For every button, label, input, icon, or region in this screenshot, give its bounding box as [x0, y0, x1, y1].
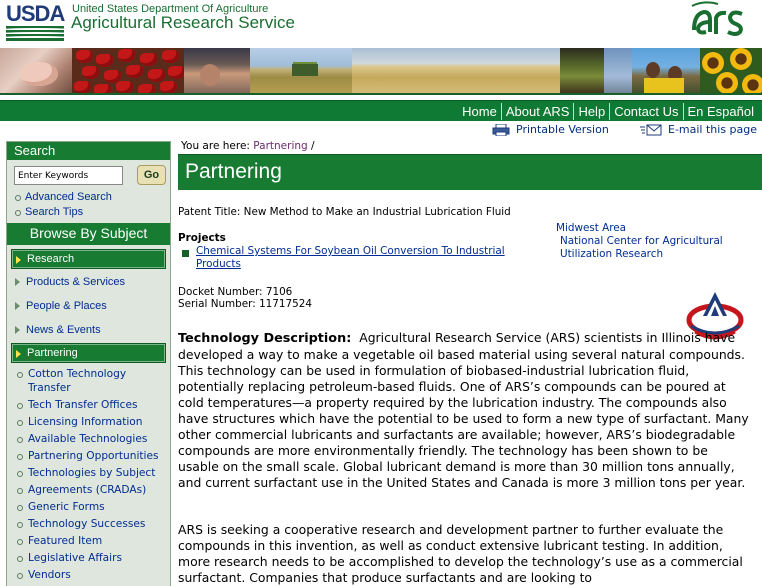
- ars-logo-icon[interactable]: [688, 0, 746, 40]
- strawberries-photo: [72, 48, 185, 93]
- top-nav: Home About ARS Help Contact Us En Españo…: [0, 100, 762, 121]
- search-input[interactable]: [14, 166, 123, 185]
- usda-logo-text: USDA: [6, 1, 65, 26]
- category-research[interactable]: Research: [11, 249, 166, 269]
- subnav-generic-forms[interactable]: Generic Forms: [7, 500, 170, 514]
- top-nav-links: Home About ARS Help Contact Us En Españo…: [458, 103, 758, 120]
- projects-heading: Projects: [178, 232, 226, 244]
- nav-espanol[interactable]: En Español: [682, 103, 759, 120]
- partner-seeking-text: ARS is seeking a cooperative research an…: [178, 522, 743, 585]
- usda-logo[interactable]: USDA: [6, 1, 65, 41]
- area-info: Midwest Area National Center for Agricul…: [556, 222, 756, 261]
- left-sidebar: Search Go Advanced Search Search Tips Br…: [6, 141, 171, 586]
- printer-icon: [492, 123, 510, 136]
- page-title-bar: Partnering: [178, 154, 762, 190]
- children-photo: [632, 48, 700, 93]
- project-bullet-icon: [182, 250, 189, 257]
- search-tips-link[interactable]: Search Tips: [7, 205, 170, 220]
- patent-title: Patent Title: New Method to Make an Indu…: [178, 206, 511, 218]
- nav-contact-us[interactable]: Contact Us: [609, 103, 682, 120]
- wheat-landscape-photo: [352, 48, 560, 93]
- pig-photo: [0, 48, 72, 93]
- harvester-field-photo: [250, 48, 352, 93]
- subnav-cotton-technology-transfer[interactable]: Cotton Technology Transfer: [7, 367, 137, 395]
- breadcrumb-separator: /: [311, 140, 315, 152]
- scientist-photo: [184, 48, 250, 93]
- area-name: Midwest Area: [556, 222, 627, 234]
- advanced-search-link[interactable]: Advanced Search: [7, 190, 170, 205]
- sky-photo: [604, 48, 632, 93]
- sunflowers-photo: [700, 48, 762, 93]
- go-button[interactable]: Go: [137, 165, 166, 185]
- subnav-partnering-opportunities[interactable]: Partnering Opportunities: [7, 449, 170, 463]
- subnav-legislative-affairs[interactable]: Legislative Affairs: [7, 551, 170, 565]
- page-title: Partnering: [185, 160, 282, 183]
- nav-home[interactable]: Home: [458, 103, 501, 120]
- plant-photo: [560, 48, 604, 93]
- technology-description-label: Technology Description:: [178, 331, 352, 346]
- browse-by-subject-title: Browse By Subject: [7, 223, 170, 245]
- category-news-events[interactable]: News & Events: [11, 319, 166, 341]
- subnav-featured-item[interactable]: Featured Item: [7, 534, 170, 548]
- utility-row: Printable Version E-mail this page: [0, 122, 762, 138]
- email-page-link[interactable]: E-mail this page: [640, 123, 757, 136]
- docket-number: Docket Number: 7106: [178, 286, 293, 298]
- agency-name[interactable]: Agricultural Research Service: [71, 13, 295, 33]
- printable-version-label: Printable Version: [516, 123, 609, 136]
- photo-banner: [0, 48, 762, 95]
- research-center-name: National Center for Agricultural Utiliza…: [560, 235, 723, 260]
- technology-description-text: Agricultural Research Service (ARS) scie…: [178, 330, 749, 490]
- printable-version-link[interactable]: Printable Version: [492, 123, 609, 136]
- category-people-places[interactable]: People & Places: [11, 295, 166, 317]
- search-section-title: Search: [7, 142, 170, 160]
- category-products-services[interactable]: Products & Services: [11, 271, 166, 293]
- serial-number: Serial Number: 11717524: [178, 298, 312, 310]
- envelope-icon: [640, 124, 662, 135]
- subnav-licensing-information[interactable]: Licensing Information: [7, 415, 170, 429]
- breadcrumb-prefix: You are here:: [181, 140, 250, 152]
- subnav-technologies-by-subject[interactable]: Technologies by Subject: [7, 466, 170, 480]
- subnav-available-technologies[interactable]: Available Technologies: [7, 432, 170, 446]
- technology-description: Technology Description: Agricultural Res…: [178, 330, 752, 491]
- usda-logo-hills: [6, 26, 64, 41]
- project-link[interactable]: Chemical Systems For Soybean Oil Convers…: [196, 245, 546, 271]
- subnav-tech-transfer-offices[interactable]: Tech Transfer Offices: [7, 398, 170, 412]
- breadcrumb: You are here: Partnering /: [181, 140, 315, 152]
- nav-help[interactable]: Help: [573, 103, 609, 120]
- site-header: USDA United States Department Of Agricul…: [0, 0, 762, 48]
- subnav-vendors[interactable]: Vendors: [7, 568, 170, 582]
- nav-about-ars[interactable]: About ARS: [500, 103, 574, 120]
- email-page-label: E-mail this page: [668, 123, 758, 136]
- category-partnering[interactable]: Partnering: [11, 343, 166, 363]
- search-form: Go: [7, 160, 170, 190]
- subnav-technology-successes[interactable]: Technology Successes: [7, 517, 170, 531]
- subnav-agreements-cradas[interactable]: Agreements (CRADAs): [7, 483, 170, 497]
- breadcrumb-partnering-link[interactable]: Partnering: [253, 140, 307, 152]
